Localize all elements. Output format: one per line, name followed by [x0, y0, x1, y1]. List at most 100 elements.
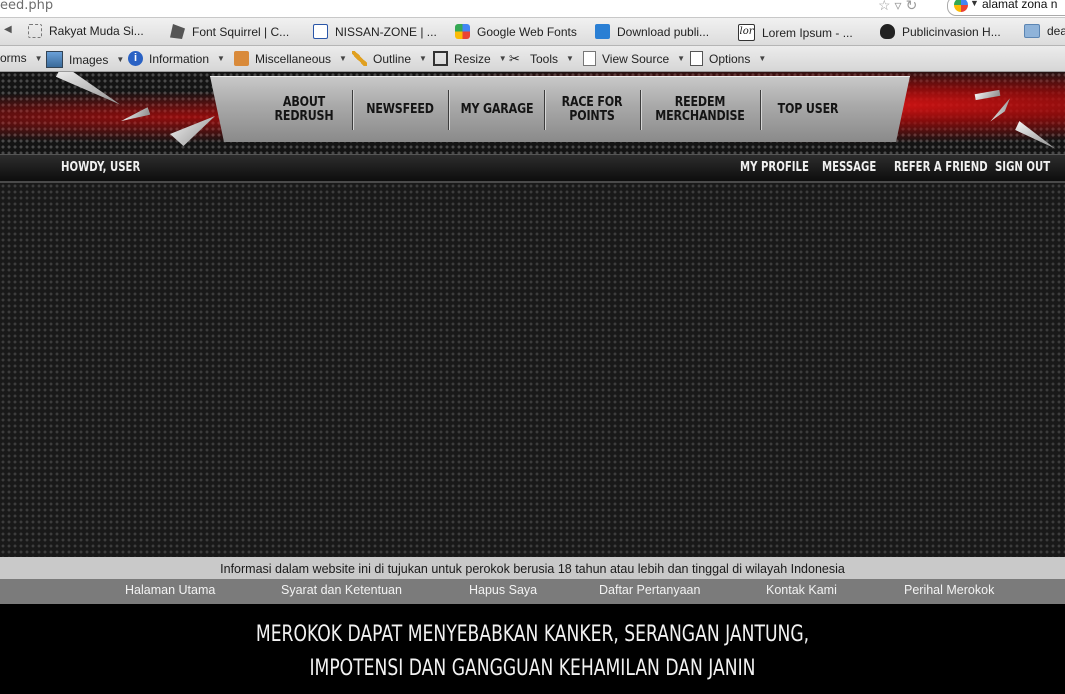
- bookmarks-bar: ◀ Rakyat Muda Si... Font Squirrel | C...…: [0, 18, 1065, 46]
- skull-icon: [880, 24, 895, 39]
- footer-link-syarat-ketentuan[interactable]: Syarat dan Ketentuan: [281, 583, 402, 597]
- glass-shard-decoration: [56, 72, 124, 110]
- glass-shard-decoration: [120, 107, 151, 125]
- nav-divider: [640, 90, 641, 130]
- url-text[interactable]: eed.php: [0, 0, 53, 13]
- resize-label: Resize: [454, 51, 491, 66]
- bookmark-label: Font Squirrel | C...: [192, 24, 290, 39]
- bookmark-item[interactable]: Rakyat Muda Si...: [28, 24, 144, 38]
- view-source-menu[interactable]: View Source ▼: [583, 51, 685, 66]
- outline-menu[interactable]: Outline ▼: [352, 51, 427, 66]
- bookmark-item[interactable]: Font Squirrel | C...: [170, 24, 289, 39]
- lorem-icon: lor: [738, 24, 755, 41]
- tools-menu[interactable]: ✂ Tools ▼: [509, 51, 574, 66]
- options-icon: [690, 51, 703, 66]
- folder-icon: [1024, 24, 1040, 38]
- bookmark-item[interactable]: dea: [1024, 24, 1065, 38]
- pencil-icon: [352, 51, 367, 66]
- nav-divider: [352, 90, 353, 130]
- refer-a-friend-link[interactable]: REFER A FRIEND: [894, 160, 988, 175]
- chevron-down-icon[interactable]: ▼: [970, 0, 979, 8]
- glass-shard-decoration: [170, 116, 215, 146]
- dashed-box-icon: [28, 24, 42, 38]
- info-icon: i: [128, 51, 143, 66]
- dropdown-arrow-icon: ▼: [339, 54, 347, 63]
- nav-about-redrush[interactable]: ABOUT REDRUSH: [260, 76, 349, 142]
- bookmark-label: Lorem Ipsum - ...: [762, 25, 853, 40]
- search-input[interactable]: ▼ alamat zona n: [947, 0, 1065, 16]
- nav-top-user[interactable]: TOP USER: [770, 76, 845, 142]
- dropdown-arrow-icon: ▼: [677, 54, 686, 63]
- view-source-label: View Source: [602, 51, 670, 66]
- bookmark-star-icon[interactable]: ☆▿↻: [878, 0, 921, 14]
- miscellaneous-label: Miscellaneous: [255, 51, 332, 66]
- nav-divider: [448, 90, 449, 130]
- document-icon: [583, 51, 596, 66]
- bookmark-label: Download publi...: [617, 24, 710, 39]
- nav-label: TOP USER: [777, 101, 839, 117]
- toolbox-icon: [234, 51, 249, 66]
- glass-shard-decoration: [974, 89, 1001, 101]
- warning-line-2: IMPOTENSI DAN GANGGUAN KEHAMILAN DAN JAN…: [309, 656, 756, 681]
- address-bar[interactable]: eed.php ☆▿↻ ▼ alamat zona n: [0, 0, 1065, 18]
- resize-icon: [433, 51, 448, 66]
- options-menu[interactable]: Options ▼: [690, 51, 766, 66]
- dropdown-arrow-icon: ▼: [419, 54, 427, 63]
- resize-menu[interactable]: Resize ▼: [433, 51, 507, 66]
- footer-link-daftar-pertanyaan[interactable]: Daftar Pertanyaan: [599, 583, 700, 597]
- tools-label: Tools: [530, 51, 559, 66]
- age-disclaimer: Informasi dalam website ini di tujukan u…: [0, 557, 1065, 579]
- main-content: [0, 183, 1065, 557]
- message-link[interactable]: MESSAGE: [822, 160, 876, 175]
- user-bar: HOWDY, USER MY PROFILE MESSAGE REFER A F…: [0, 154, 1065, 183]
- dropdown-arrow-icon: ▼: [34, 53, 43, 63]
- nav-label: POINTS: [569, 108, 615, 124]
- google-icon: [455, 24, 470, 39]
- glass-shard-decoration: [1015, 121, 1060, 149]
- information-label: Information: [149, 51, 210, 66]
- footer-link-kontak-kami[interactable]: Kontak Kami: [766, 583, 837, 597]
- dropdown-arrow-icon: ▼: [116, 55, 125, 64]
- nav-label: MY GARAGE: [460, 101, 534, 117]
- information-menu[interactable]: i Information ▼: [128, 51, 225, 66]
- chevron-left-icon[interactable]: ◀: [4, 24, 12, 35]
- my-profile-link[interactable]: MY PROFILE: [740, 160, 809, 175]
- nav-divider: [544, 90, 545, 130]
- bookmark-item[interactable]: lor Lorem Ipsum - ...: [738, 24, 853, 41]
- nav-redeem-merchandise[interactable]: REEDEM MERCHANDISE: [652, 76, 747, 142]
- nav-label: MERCHANDISE: [655, 108, 745, 124]
- warning-line-1: MEROKOK DAPAT MENYEBABKAN KANKER, SERANG…: [255, 622, 810, 647]
- greeting-text: HOWDY, USER: [61, 160, 141, 175]
- images-label: Images: [69, 52, 109, 67]
- site-header: ABOUT REDRUSH NEWSFEED MY GARAGE RACE FOR…: [0, 72, 1065, 154]
- forms-menu[interactable]: orms ▼: [0, 51, 43, 65]
- dropdown-arrow-icon: ▼: [217, 54, 225, 63]
- bookmark-item[interactable]: Download publi...: [595, 24, 709, 39]
- nav-label: REDRUSH: [274, 108, 334, 124]
- nav-label: NEWSFEED: [366, 101, 434, 117]
- wrench-icon: ✂: [509, 51, 520, 66]
- bookmark-item[interactable]: Publicinvasion H...: [880, 24, 1001, 39]
- footer-link-halaman-utama[interactable]: Halaman Utama: [125, 583, 215, 597]
- bookmark-item[interactable]: Google Web Fonts: [455, 24, 577, 39]
- health-warning: MEROKOK DAPAT MENYEBABKAN KANKER, SERANG…: [0, 604, 1065, 694]
- bookmark-label: Rakyat Muda Si...: [49, 24, 144, 38]
- outline-label: Outline: [373, 51, 412, 66]
- nav-race-for-points[interactable]: RACE FOR POINTS: [554, 76, 629, 142]
- dropdown-arrow-icon: ▼: [758, 54, 767, 63]
- nav-my-garage[interactable]: MY GARAGE: [458, 76, 535, 142]
- glass-shard-decoration: [985, 98, 1014, 122]
- squirrel-icon: [170, 24, 185, 39]
- dropdown-arrow-icon: ▼: [498, 54, 507, 63]
- bookmark-label: NISSAN-ZONE | ...: [335, 24, 437, 39]
- images-menu[interactable]: Images ▼: [46, 51, 124, 68]
- search-text[interactable]: alamat zona n: [982, 0, 1057, 11]
- sign-out-link[interactable]: SIGN OUT: [995, 160, 1050, 175]
- footer-link-perihal-merokok[interactable]: Perihal Merokok: [904, 583, 994, 597]
- footer-link-hapus-saya[interactable]: Hapus Saya: [469, 583, 537, 597]
- nav-newsfeed[interactable]: NEWSFEED: [362, 76, 437, 142]
- bookmark-label: dea: [1047, 24, 1065, 38]
- bookmark-item[interactable]: NISSAN-ZONE | ...: [313, 24, 437, 39]
- options-label: Options: [709, 51, 751, 66]
- miscellaneous-menu[interactable]: Miscellaneous ▼: [234, 51, 347, 66]
